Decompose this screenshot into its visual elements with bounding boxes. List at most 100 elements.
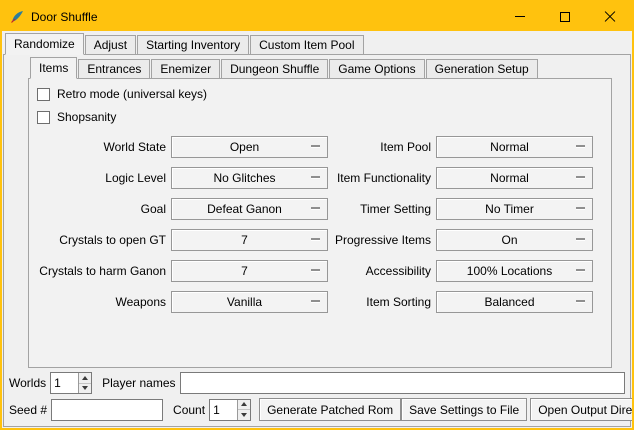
minimize-icon [515,16,525,17]
progressive-items-dropdown[interactable]: On [436,229,593,251]
timer-setting-label: Timer Setting [333,198,431,220]
generate-patched-rom-button[interactable]: Generate Patched Rom [259,398,401,421]
item-pool-label: Item Pool [333,136,431,158]
weapons-value: Vanilla [227,295,272,309]
retro-mode-row: Retro mode (universal keys) [37,84,611,104]
retro-mode-label: Retro mode (universal keys) [57,87,207,101]
open-output-directory-button[interactable]: Open Output Directory [530,398,634,421]
tab-items[interactable]: Items [30,57,77,79]
weapons-dropdown[interactable]: Vanilla [171,291,328,313]
titlebar: Door Shuffle [2,2,632,31]
accessibility-label: Accessibility [333,260,431,282]
shopsanity-label: Shopsanity [57,110,116,124]
app-window: Door Shuffle Randomize Adjust Starting I… [0,0,634,430]
tab-generation-setup[interactable]: Generation Setup [426,59,538,78]
randomize-panel: Items Entrances Enemizer Dungeon Shuffle… [3,55,631,427]
tab-adjust[interactable]: Adjust [85,35,136,54]
dropdown-indicator-icon [576,269,585,271]
sub-tab-bar: Items Entrances Enemizer Dungeon Shuffle… [28,57,612,79]
items-panel: Retro mode (universal keys) Shopsanity W… [28,79,612,368]
minimize-button[interactable] [497,2,542,31]
count-spinner-buttons [237,400,250,420]
tab-randomize[interactable]: Randomize [5,33,84,55]
seed-label: Seed # [9,403,47,417]
maximize-button[interactable] [542,2,587,31]
seed-input[interactable] [51,399,163,421]
logic-level-label: Logic Level [37,167,166,189]
window-title: Door Shuffle [31,10,98,24]
maximize-icon [560,12,570,22]
logic-level-dropdown[interactable]: No Glitches [171,167,328,189]
dropdown-indicator-icon [311,269,320,271]
window-controls [497,2,632,31]
world-state-dropdown[interactable]: Open [171,136,328,158]
save-settings-button[interactable]: Save Settings to File [401,398,527,421]
dropdown-indicator-icon [576,176,585,178]
spinner-down-icon[interactable] [238,410,250,420]
app-icon [9,9,25,25]
count-spinner [209,399,251,421]
spinner-down-icon[interactable] [79,384,91,394]
dropdown-indicator-icon [311,300,320,302]
dropdown-indicator-icon [576,207,585,209]
worlds-label: Worlds [9,376,46,390]
main-tab-bar: Randomize Adjust Starting Inventory Cust… [3,33,631,55]
crystals-harm-ganon-dropdown[interactable]: 7 [171,260,328,282]
shopsanity-checkbox[interactable] [37,111,50,124]
tab-game-options[interactable]: Game Options [329,59,424,78]
accessibility-value: 100% Locations [467,264,562,278]
dropdown-indicator-icon [311,145,320,147]
spinner-up-icon[interactable] [79,373,91,384]
tab-enemizer[interactable]: Enemizer [151,59,220,78]
worlds-spinner-buttons [78,373,91,393]
goal-label: Goal [37,198,166,220]
accessibility-dropdown[interactable]: 100% Locations [436,260,593,282]
progressive-items-value: On [501,233,527,247]
goal-dropdown[interactable]: Defeat Ganon [171,198,328,220]
crystals-open-gt-value: 7 [241,233,258,247]
item-functionality-value: Normal [490,171,539,185]
count-input[interactable] [210,400,237,420]
item-pool-dropdown[interactable]: Normal [436,136,593,158]
progressive-items-label: Progressive Items [333,229,431,251]
crystals-harm-ganon-value: 7 [241,264,258,278]
tab-starting-inventory[interactable]: Starting Inventory [137,35,249,54]
tab-entrances[interactable]: Entrances [78,59,150,78]
dropdown-indicator-icon [311,238,320,240]
dropdown-indicator-icon [576,238,585,240]
crystals-open-gt-dropdown[interactable]: 7 [171,229,328,251]
item-functionality-dropdown[interactable]: Normal [436,167,593,189]
item-sorting-value: Balanced [484,295,544,309]
dropdown-indicator-icon [311,176,320,178]
dropdown-indicator-icon [311,207,320,209]
item-sorting-dropdown[interactable]: Balanced [436,291,593,313]
item-functionality-label: Item Functionality [333,167,431,189]
timer-setting-dropdown[interactable]: No Timer [436,198,593,220]
window-body: Randomize Adjust Starting Inventory Cust… [2,31,632,428]
spinner-up-icon[interactable] [238,400,250,411]
dropdown-indicator-icon [576,300,585,302]
worlds-input[interactable] [51,373,78,393]
crystals-open-gt-label: Crystals to open GT [37,229,166,251]
seed-row: Seed # Count Generate Patched Rom Save S… [9,398,625,421]
tab-dungeon-shuffle[interactable]: Dungeon Shuffle [221,59,328,78]
tab-custom-item-pool[interactable]: Custom Item Pool [250,35,363,54]
world-state-value: Open [230,140,269,154]
item-pool-value: Normal [490,140,539,154]
retro-mode-checkbox[interactable] [37,88,50,101]
item-sorting-label: Item Sorting [333,291,431,313]
settings-form: World State Open Item Pool Normal Logic … [37,136,611,313]
worlds-row: Worlds Player names [9,372,625,394]
shopsanity-row: Shopsanity [37,107,611,127]
player-names-input[interactable] [180,372,626,394]
crystals-harm-ganon-label: Crystals to harm Ganon [37,260,166,282]
close-button[interactable] [587,2,632,31]
close-icon [604,11,616,23]
dropdown-indicator-icon [576,145,585,147]
weapons-label: Weapons [37,291,166,313]
count-label: Count [173,403,205,417]
logic-level-value: No Glitches [213,171,285,185]
world-state-label: World State [37,136,166,158]
player-names-label: Player names [102,376,175,390]
worlds-spinner [50,372,92,394]
